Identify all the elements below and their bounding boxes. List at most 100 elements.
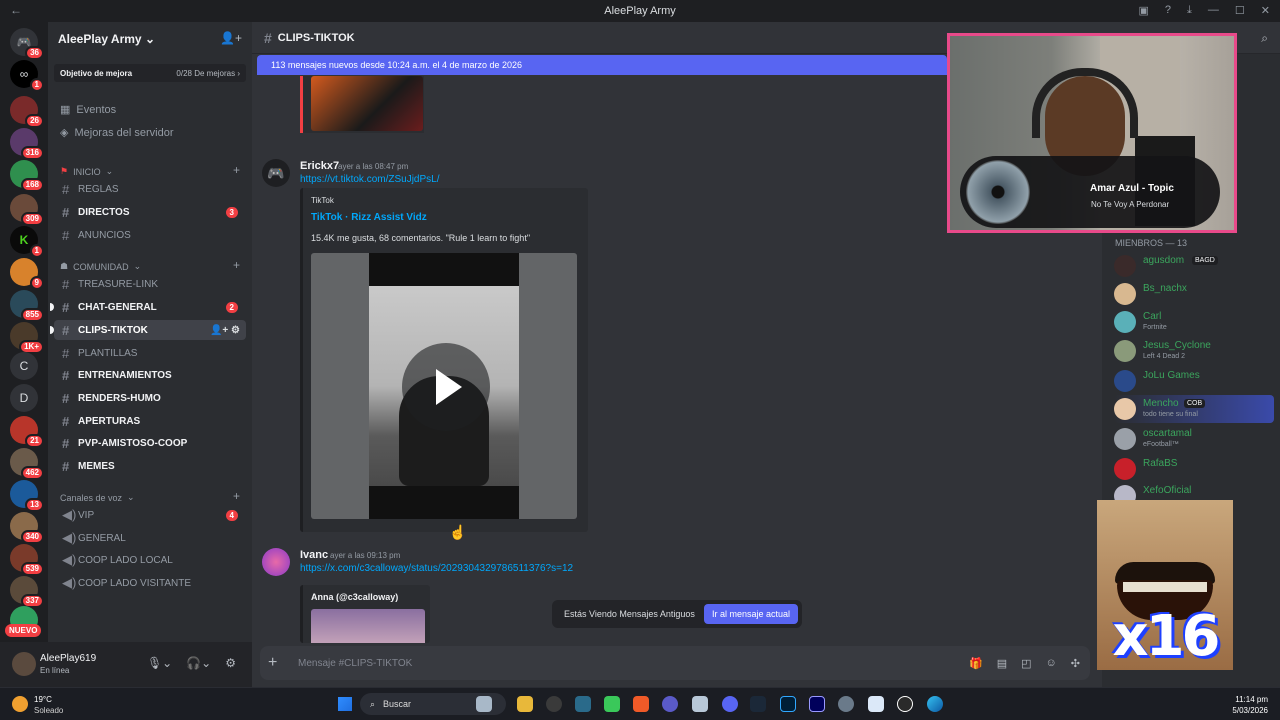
events-link[interactable]: ▦ Eventos <box>60 103 116 117</box>
emoji-icon[interactable]: ☺ <box>1046 657 1057 670</box>
server-icon[interactable]: 21 <box>10 416 44 448</box>
server-icon[interactable]: K1 <box>10 226 44 258</box>
server-icon[interactable]: C <box>10 352 38 380</box>
channel-clips-tiktok[interactable]: # CLIPS-TIKTOK 👤+ ⚙ <box>50 320 246 340</box>
inbox-icon[interactable]: ▣ <box>1139 4 1149 17</box>
server-icon[interactable]: 1K+ <box>10 322 44 354</box>
avatar[interactable] <box>262 548 290 576</box>
server-icon[interactable]: 316 <box>10 128 44 160</box>
member-item[interactable]: JoLu Games <box>1114 367 1274 395</box>
gear-icon[interactable]: ⚙ <box>225 656 236 670</box>
server-icon[interactable]: 855 <box>10 290 44 322</box>
windows-start-icon[interactable] <box>338 697 352 711</box>
channel-entrenamientos[interactable]: # ENTRENAMIENTOS <box>54 365 246 385</box>
new-messages-banner[interactable]: 113 mensajes nuevos desde 10:24 a.m. el … <box>257 55 947 75</box>
channel-settings-icons[interactable]: 👤+ ⚙ <box>210 325 240 336</box>
message-input[interactable]: Mensaje #CLIPS-TIKTOK <box>298 658 969 669</box>
server-icon[interactable]: ∞ 1 <box>10 60 44 92</box>
minimize-icon[interactable]: — <box>1208 4 1219 17</box>
chatgpt-icon[interactable] <box>546 696 562 712</box>
file-explorer-icon[interactable] <box>517 696 533 712</box>
voice-channel-general[interactable]: ◀) GENERAL <box>54 528 246 548</box>
category-inicio[interactable]: ⚑ INICIO ⌄ <box>60 166 113 177</box>
message-link[interactable]: https://x.com/c3calloway/status/20293043… <box>300 563 573 574</box>
play-icon[interactable] <box>402 343 490 431</box>
channel-directos[interactable]: # DIRECTOS 3 <box>54 202 246 222</box>
message-composer[interactable]: + Mensaje #CLIPS-TIKTOK 🎁 ▤ ◰ ☺ ✣ <box>260 646 1090 680</box>
plus-icon[interactable]: + <box>268 654 298 672</box>
channel-anuncios[interactable]: # ANUNCIOS <box>54 225 246 245</box>
voice-channel-vip[interactable]: ◀) VIP 4 <box>54 505 246 525</box>
member-item[interactable]: agusdom BAGD <box>1114 252 1274 280</box>
member-item[interactable]: Mencho COB todo tiene su final <box>1114 395 1274 423</box>
boost-goal[interactable]: Objetivo de mejora 0/28 De mejoras › <box>54 64 246 82</box>
member-item[interactable]: oscartamal eFootball™ <box>1114 425 1274 453</box>
brave-icon[interactable] <box>633 696 649 712</box>
server-boosts-link[interactable]: ◈ Mejoras del servidor <box>60 126 174 140</box>
member-item[interactable]: RafaBS <box>1114 455 1274 483</box>
channel-reglas[interactable]: # REGLAS <box>54 179 246 199</box>
photoshop-icon[interactable] <box>780 696 796 712</box>
edge-icon[interactable] <box>927 696 943 712</box>
channel-pvp-amistoso-coop[interactable]: # PVP-AMISTOSO-COOP <box>54 433 246 453</box>
media-player-icon[interactable] <box>897 696 913 712</box>
avatar[interactable]: 🎮 <box>262 159 290 187</box>
member-item[interactable]: Jesus_Cyclone Left 4 Dead 2 <box>1114 337 1274 365</box>
member-item[interactable]: Bs_nachx <box>1114 280 1274 308</box>
server-icon[interactable]: D <box>10 384 38 412</box>
direct-messages-button[interactable]: 🎮 36 <box>10 28 44 60</box>
channel-plantillas[interactable]: # PLANTILLAS <box>54 343 246 363</box>
channel-treasure-link[interactable]: # TREASURE-LINK <box>54 274 246 294</box>
voice-channel-coop-lado-visitante[interactable]: ◀) COOP LADO VISITANTE <box>54 573 246 593</box>
microphone-icon[interactable]: 🎙⌄ <box>147 656 172 670</box>
message-link[interactable]: https://vt.tiktok.com/ZSuJjdPsL/ <box>300 174 440 185</box>
headphones-icon[interactable]: 🎧⌄ <box>186 656 211 670</box>
jump-to-present-button[interactable]: Ir al mensaje actual <box>703 604 798 624</box>
embed-author[interactable]: Anna (@c3calloway) <box>311 592 398 602</box>
maximize-icon[interactable]: ☐ <box>1235 4 1245 17</box>
server-icon[interactable]: 337 <box>10 576 44 608</box>
embed-title[interactable]: TikTok · Rizz Assist Vidz <box>311 212 427 223</box>
server-icon[interactable]: 340 <box>10 512 44 544</box>
server-icon[interactable]: 9 <box>10 258 44 290</box>
sticker-icon[interactable]: ◰ <box>1021 657 1031 670</box>
server-icon[interactable]: 168 <box>10 160 44 192</box>
close-icon[interactable]: ✕ <box>1261 4 1270 17</box>
add-channel-icon[interactable]: + <box>233 163 240 177</box>
notepad-icon[interactable] <box>868 696 884 712</box>
add-channel-icon[interactable]: + <box>233 489 240 503</box>
server-icon[interactable]: 539 <box>10 544 44 576</box>
app-icon[interactable] <box>604 696 620 712</box>
discord-icon[interactable] <box>722 696 738 712</box>
message-author[interactable]: Erickx7 <box>300 160 339 172</box>
search-icon[interactable]: ⌕ <box>1261 31 1268 46</box>
server-name[interactable]: AleePlay Army ⌄ <box>58 32 155 46</box>
help-icon[interactable]: ? <box>1165 4 1171 17</box>
app-icon[interactable] <box>662 696 678 712</box>
previous-embed-image[interactable] <box>300 76 424 133</box>
download-icon[interactable]: ⤓ <box>1187 4 1192 17</box>
video-player[interactable] <box>311 253 577 519</box>
channel-aperturas[interactable]: # APERTURAS <box>54 411 246 431</box>
add-channel-icon[interactable]: + <box>233 258 240 272</box>
server-icon[interactable]: 26 <box>10 96 44 128</box>
invite-people-icon[interactable]: 👤+ <box>220 31 242 45</box>
calculator-icon[interactable] <box>692 696 708 712</box>
gif-icon[interactable]: ▤ <box>997 657 1007 670</box>
avatar[interactable] <box>12 652 36 676</box>
message-author[interactable]: Ivanc <box>300 549 328 561</box>
server-icon[interactable]: 462 <box>10 448 44 480</box>
steam-icon[interactable] <box>750 696 766 712</box>
category-comunidad[interactable]: ☗ COMUNIDAD ⌄ <box>60 261 141 272</box>
channel-memes[interactable]: # MEMES <box>54 456 246 476</box>
system-clock[interactable]: 11:14 pm 5/03/2026 <box>1232 694 1268 716</box>
channel-renders-humo[interactable]: # RENDERS-HUMO <box>54 388 246 408</box>
category-voz[interactable]: Canales de voz ⌄ <box>60 492 135 503</box>
app-icon[interactable] <box>575 696 591 712</box>
server-icon[interactable]: 13 <box>10 480 44 512</box>
settings-icon[interactable] <box>838 696 854 712</box>
premiere-icon[interactable] <box>809 696 825 712</box>
voice-channel-coop-lado-local[interactable]: ◀) COOP LADO LOCAL <box>54 550 246 570</box>
server-icon[interactable]: 309 <box>10 194 44 226</box>
member-item[interactable]: Carl Fortnite <box>1114 308 1274 336</box>
